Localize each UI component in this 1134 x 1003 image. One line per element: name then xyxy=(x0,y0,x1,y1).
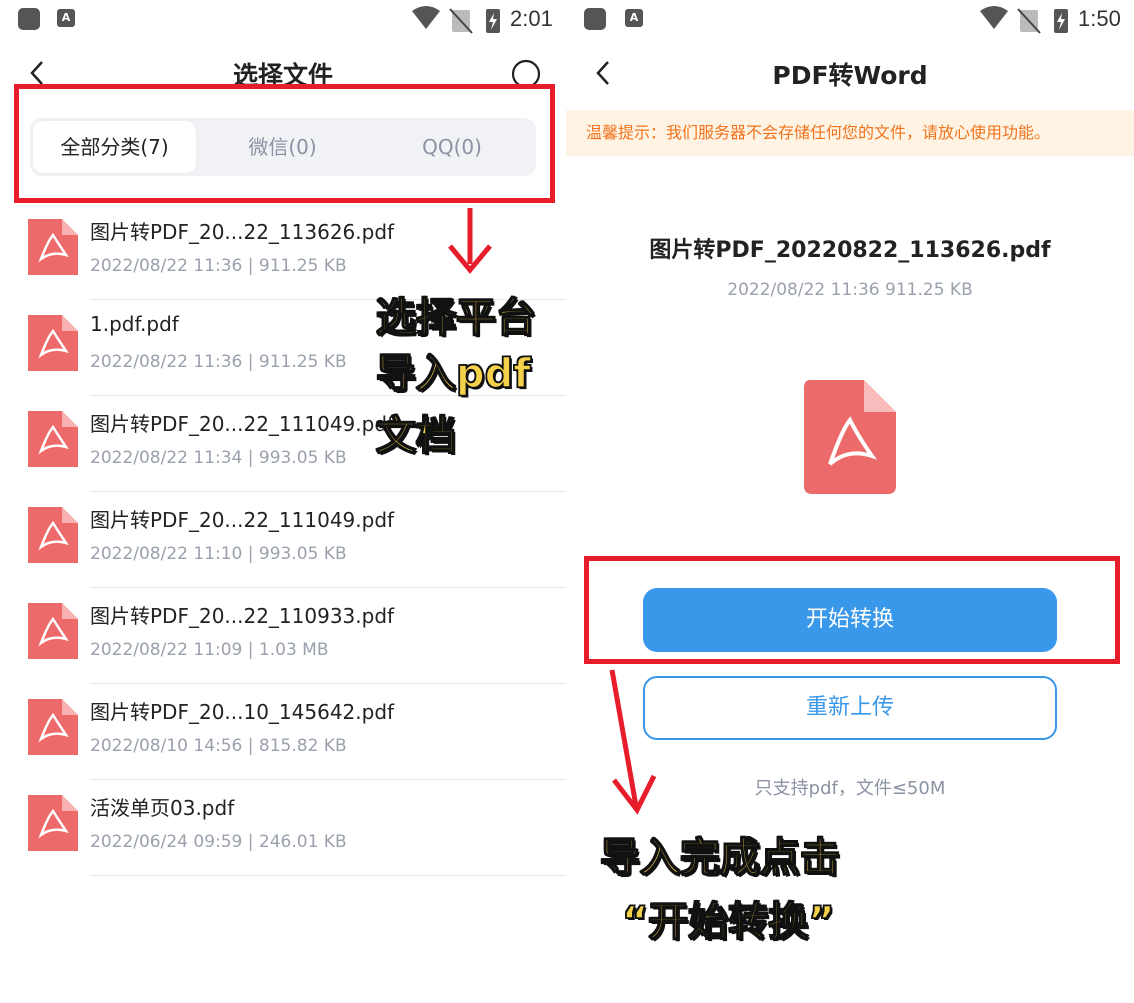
annotation-arrow-down xyxy=(448,208,492,274)
file-name: 1.pdf.pdf xyxy=(90,312,179,336)
pdf-file-icon xyxy=(28,411,78,467)
annotation-text-line: 选择平台 xyxy=(375,294,537,342)
annotation-arrow-down xyxy=(609,669,657,815)
file-meta: 2022/08/22 11:36 | 911.25 KB xyxy=(90,256,347,276)
file-name: 图片转PDF_20...22_113626.pdf xyxy=(90,220,395,244)
battery-charging-icon xyxy=(1054,9,1068,33)
status-icons xyxy=(980,6,1068,34)
file-item[interactable]: 图片转PDF_20...22_110933.pdf 2022/08/22 11:… xyxy=(0,588,566,684)
pdf-to-word-screen: A 1:50 PDF转Word 温馨提示：我们服务器不会存储任何您的文件，请放心… xyxy=(566,0,1134,1003)
pdf-file-icon xyxy=(28,507,78,563)
file-name: 活泼单页03.pdf xyxy=(90,796,235,820)
selected-file-meta: 2022/08/22 11:36 911.25 KB xyxy=(727,280,973,300)
file-name: 图片转PDF_20...22_111049.pdf xyxy=(90,412,395,436)
file-meta: 2022/08/22 11:36 | 911.25 KB xyxy=(90,352,347,372)
status-icons xyxy=(412,6,500,34)
status-time: 1:50 xyxy=(1078,6,1121,31)
file-meta: 2022/08/22 11:09 | 1.03 MB xyxy=(90,640,329,660)
status-a-icon: A xyxy=(57,9,75,27)
battery-charging-icon xyxy=(486,9,500,33)
file-meta: 2022/08/10 14:56 | 815.82 KB xyxy=(90,736,347,756)
wifi-icon xyxy=(980,6,1008,29)
file-item[interactable]: 图片转PDF_20...22_111049.pdf 2022/08/22 11:… xyxy=(0,492,566,588)
file-name: 图片转PDF_20...22_110933.pdf xyxy=(90,604,395,628)
file-meta: 2022/08/22 11:34 | 993.05 KB xyxy=(90,448,347,468)
pdf-file-icon xyxy=(28,699,78,755)
file-item[interactable]: 图片转PDF_20...10_145642.pdf 2022/08/10 14:… xyxy=(0,684,566,780)
selected-file-name: 图片转PDF_20220822_113626.pdf xyxy=(649,238,1051,263)
file-item[interactable]: 图片转PDF_20...22_111049.pdf 2022/08/22 11:… xyxy=(0,396,566,492)
file-meta: 2022/06/24 09:59 | 246.01 KB xyxy=(90,832,347,852)
reupload-button[interactable]: 重新上传 xyxy=(643,676,1057,740)
status-app-icon xyxy=(18,8,40,30)
no-sim-icon xyxy=(449,8,473,34)
pdf-file-icon xyxy=(28,219,78,275)
file-meta: 2022/08/22 11:10 | 993.05 KB xyxy=(90,544,347,564)
annotation-box-tabs xyxy=(14,84,555,203)
wifi-icon xyxy=(412,6,440,29)
pdf-file-icon xyxy=(28,795,78,851)
annotation-text-line: “开始转换” xyxy=(621,898,835,946)
no-sim-icon xyxy=(1017,8,1041,34)
page-title: PDF转Word xyxy=(772,61,928,90)
annotation-box-start xyxy=(584,556,1120,664)
status-time: 2:01 xyxy=(510,6,553,31)
divider xyxy=(90,875,566,876)
file-item[interactable]: 活泼单页03.pdf 2022/06/24 09:59 | 246.01 KB xyxy=(0,780,566,876)
pdf-file-icon xyxy=(28,603,78,659)
file-name: 图片转PDF_20...10_145642.pdf xyxy=(90,700,395,724)
file-picker-screen: A 2:01 选择文件 全部分类(7) 微信(0) QQ(0) 图片转PDF_2… xyxy=(0,0,566,1003)
status-a-icon: A xyxy=(625,9,643,27)
pdf-file-icon xyxy=(804,380,896,494)
annotation-text-line: 导入完成点击 xyxy=(599,834,841,882)
annotation-text-line: 导入pdf xyxy=(375,350,531,398)
file-name: 图片转PDF_20...22_111049.pdf xyxy=(90,508,395,532)
status-app-icon xyxy=(584,8,606,30)
pdf-file-icon xyxy=(28,315,78,371)
notice-banner: 温馨提示：我们服务器不会存储任何您的文件，请放心使用功能。 xyxy=(566,110,1134,156)
annotation-text-line: 文档 xyxy=(375,412,457,460)
